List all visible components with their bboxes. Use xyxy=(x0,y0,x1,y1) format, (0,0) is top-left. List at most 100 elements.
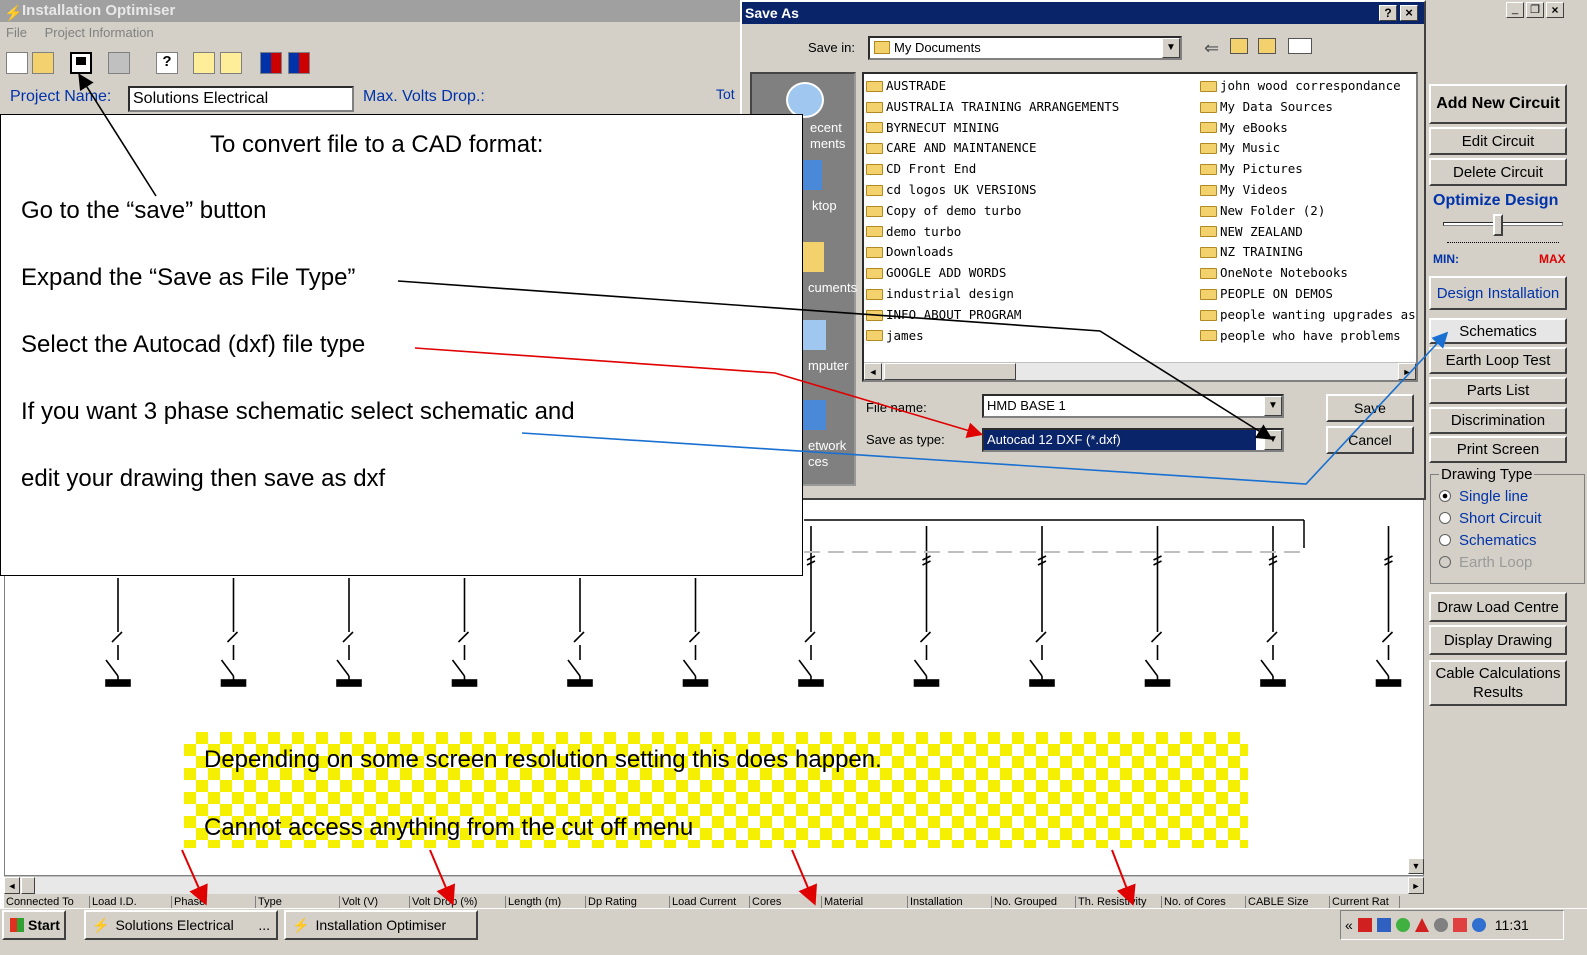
slider-ticks xyxy=(1447,242,1559,247)
scroll-left-icon[interactable]: ◄ xyxy=(864,363,882,380)
radio-single-line[interactable]: Single line xyxy=(1439,485,1576,507)
folder-icon xyxy=(866,330,883,342)
taskbar-solutions-electrical[interactable]: ⚡ Solutions Electrical ... xyxy=(84,910,278,940)
desktop-label: ktop xyxy=(812,198,837,213)
schematic-stroke xyxy=(1144,659,1159,677)
view-menu-icon[interactable] xyxy=(1288,38,1312,54)
folder-item[interactable]: My Videos xyxy=(1200,180,1416,201)
folder-item[interactable]: NZ TRAINING xyxy=(1200,242,1416,263)
folder-item[interactable]: people who have problems xyxy=(1200,326,1416,347)
folder-item[interactable]: john wood correspondance xyxy=(1200,76,1416,97)
folder-item[interactable]: My Data Sources xyxy=(1200,97,1416,118)
print-screen-button[interactable]: Print Screen xyxy=(1429,436,1567,463)
delete-circuit-button[interactable]: Delete Circuit xyxy=(1429,158,1567,186)
save-in-dropdown-chevron-down-icon[interactable]: ▼ xyxy=(1162,38,1180,58)
folder-item[interactable]: cd logos UK VERSIONS xyxy=(866,180,1196,201)
schematic-stroke xyxy=(111,631,123,643)
file-name-input[interactable]: HMD BASE 1 ▼ xyxy=(982,394,1284,418)
save-as-type-combo[interactable]: Autocad 12 DXF (*.dxf) ▼ xyxy=(982,428,1284,452)
start-button[interactable]: Start xyxy=(2,910,66,940)
schematic-stroke xyxy=(688,631,701,643)
resolution-note-line-1: Depending on some screen resolution sett… xyxy=(204,746,882,773)
folder-icon xyxy=(866,288,883,300)
schematic-stroke xyxy=(798,659,812,677)
folder-item[interactable]: INFO ABOUT PROGRAM xyxy=(866,305,1196,326)
main-scroll-thumb[interactable] xyxy=(21,877,35,894)
folder-item[interactable]: PEOPLE ON DEMOS xyxy=(1200,284,1416,305)
main-scroll-left-icon[interactable]: ◄ xyxy=(4,877,20,894)
folder-item[interactable]: NEW ZEALAND xyxy=(1200,222,1416,243)
save-as-title-bar[interactable]: Save As ? × xyxy=(742,2,1424,24)
folder-item[interactable]: My Music xyxy=(1200,138,1416,159)
add-new-circuit-button[interactable]: Add New Circuit xyxy=(1429,84,1567,124)
schematics-button[interactable]: Schematics xyxy=(1429,318,1567,344)
folder-item[interactable]: OneNote Notebooks xyxy=(1200,263,1416,284)
edit-circuit-button[interactable]: Edit Circuit xyxy=(1429,127,1567,155)
up-folder-icon[interactable] xyxy=(1230,38,1248,54)
dialog-help-button[interactable]: ? xyxy=(1379,5,1397,21)
dialog-close-button[interactable]: × xyxy=(1400,5,1418,21)
folder-item[interactable]: My eBooks xyxy=(1200,118,1416,139)
tray-app-icon[interactable] xyxy=(1357,918,1372,932)
schematic-stroke xyxy=(1035,631,1047,643)
back-arrow-icon[interactable]: ⇐ xyxy=(1204,38,1219,59)
parts-list-button[interactable]: Parts List xyxy=(1429,377,1567,404)
dialog-cancel-button[interactable]: Cancel xyxy=(1326,426,1414,454)
optimize-slider-thumb[interactable] xyxy=(1492,214,1503,236)
schematic-stroke xyxy=(567,679,593,687)
folder-item[interactable]: james xyxy=(866,326,1196,347)
windows-logo-icon xyxy=(10,918,24,932)
file-name-chevron-down-icon[interactable]: ▼ xyxy=(1264,396,1282,416)
folder-item[interactable]: CARE AND MAINTANENCE xyxy=(866,138,1196,159)
folder-icon xyxy=(1200,184,1217,196)
folder-item[interactable]: My Pictures xyxy=(1200,159,1416,180)
folder-item[interactable]: people wanting upgrades as the xyxy=(1200,305,1416,326)
scroll-thumb[interactable] xyxy=(884,363,1016,380)
save-as-type-chevron-down-icon[interactable]: ▼ xyxy=(1264,430,1282,450)
display-drawing-button[interactable]: Display Drawing xyxy=(1429,625,1567,655)
folder-item[interactable]: CD Front End xyxy=(866,159,1196,180)
folder-item[interactable]: Copy of demo turbo xyxy=(866,201,1196,222)
discrimination-button[interactable]: Discrimination xyxy=(1429,407,1567,434)
schematic-stroke xyxy=(336,679,362,687)
new-folder-icon[interactable] xyxy=(1258,38,1276,54)
radio-schematics[interactable]: Schematics xyxy=(1439,529,1576,551)
radio-earth-loop[interactable]: Earth Loop xyxy=(1439,551,1576,573)
taskbar-installation-optimiser[interactable]: ⚡ Installation Optimiser xyxy=(284,910,478,940)
scroll-down-icon[interactable]: ▼ xyxy=(1408,858,1424,874)
tray-info-icon[interactable] xyxy=(1471,918,1486,932)
folder-label: PEOPLE ON DEMOS xyxy=(1220,285,1333,301)
folder-item[interactable]: AUSTRADE xyxy=(866,76,1196,97)
folder-item[interactable]: AUSTRALIA TRAINING ARRANGEMENTS xyxy=(866,97,1196,118)
tray-security-icon[interactable] xyxy=(1452,918,1467,932)
tray-volume-icon[interactable] xyxy=(1376,918,1391,932)
earth-loop-test-button[interactable]: Earth Loop Test xyxy=(1429,347,1567,374)
scroll-right-icon[interactable]: ► xyxy=(1398,363,1416,380)
folder-item[interactable]: BYRNECUT MINING xyxy=(866,118,1196,139)
save-in-label: Save in: xyxy=(808,40,855,55)
file-list-hscrollbar[interactable]: ◄ ► xyxy=(864,362,1416,380)
design-installation-button[interactable]: Design Installation xyxy=(1429,276,1567,310)
folder-item[interactable]: industrial design xyxy=(866,284,1196,305)
schematic-stroke xyxy=(220,659,235,677)
folder-item[interactable]: Downloads xyxy=(866,242,1196,263)
optimize-slider-track[interactable] xyxy=(1443,222,1563,226)
main-hscrollbar[interactable]: ◄ ► xyxy=(4,876,1424,894)
folder-label: james xyxy=(886,327,924,343)
save-in-combo[interactable]: My Documents ▼ xyxy=(868,36,1182,60)
tray-network-icon[interactable] xyxy=(1395,918,1410,932)
radio-short-circuit[interactable]: Short Circuit xyxy=(1439,507,1576,529)
dialog-save-button[interactable]: Save xyxy=(1326,394,1414,422)
folder-item[interactable]: demo turbo xyxy=(866,222,1196,243)
folder-item[interactable]: GOOGLE ADD WORDS xyxy=(866,263,1196,284)
folder-item[interactable]: New Folder (2) xyxy=(1200,201,1416,222)
recent-icon[interactable] xyxy=(786,82,824,118)
max-label: MAX xyxy=(1539,252,1566,266)
draw-load-centre-button[interactable]: Draw Load Centre xyxy=(1429,592,1567,622)
tray-clock-icon[interactable] xyxy=(1433,918,1448,932)
cable-calculations-results-button[interactable]: Cable Calculations Results xyxy=(1429,660,1567,706)
tray-chevron-icon[interactable]: « xyxy=(1345,917,1353,933)
main-scroll-right-icon[interactable]: ► xyxy=(1408,877,1424,894)
tray-warning-icon[interactable] xyxy=(1414,918,1429,932)
file-list[interactable]: AUSTRADE AUSTRALIA TRAINING ARRANGEMENTS B… xyxy=(862,72,1418,382)
